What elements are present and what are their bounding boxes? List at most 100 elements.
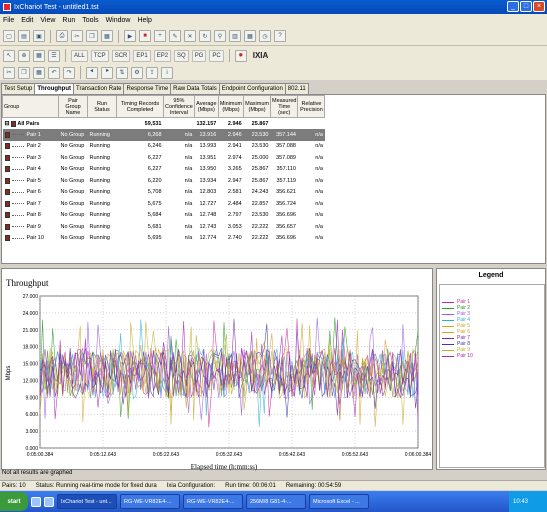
new-icon[interactable]: ▢ xyxy=(3,30,15,42)
table-row-all-pairs[interactable]: ⊟ All Pairs 59,531 132.157 2.946 25.867 xyxy=(3,118,325,130)
redo-icon[interactable]: ↷ xyxy=(63,66,75,79)
properties-icon[interactable]: ⚙ xyxy=(131,66,143,79)
taskbar-item-256m[interactable]: 256M/8 G81-4-... xyxy=(246,494,306,509)
column-header-minimum[interactable]: Minimum (Mbps) xyxy=(217,95,245,118)
table-cell: 6,268 xyxy=(116,129,164,141)
table-row[interactable]: Pair 6 No Group Running 5,708 n/a 12.803 2.581… xyxy=(3,187,325,199)
paste-icon[interactable]: ▦ xyxy=(101,30,113,42)
toolbar-divider xyxy=(118,29,119,43)
copy-icon[interactable]: ❐ xyxy=(18,66,30,79)
table-cell: 12.774 xyxy=(199,235,217,242)
all-pairs-minimum: 2.946 xyxy=(227,120,242,127)
cut-icon[interactable]: ✂ xyxy=(71,30,83,42)
zoom-icon[interactable]: ⊕ xyxy=(18,49,30,62)
info-icon[interactable]: i xyxy=(161,66,173,79)
menu-tools[interactable]: Tools xyxy=(82,17,98,24)
column-header-run-status[interactable]: Run Status xyxy=(87,95,117,118)
table-cell: No Group xyxy=(60,166,85,173)
menu-help[interactable]: Help xyxy=(137,17,151,24)
minimize-button[interactable]: _ xyxy=(507,1,519,12)
pair-name-cell: Pair 9 xyxy=(3,221,59,233)
taskbar-item-excel[interactable]: Microsoft Excel - ... xyxy=(309,494,369,509)
tab-throughput[interactable]: Throughput xyxy=(34,83,75,94)
tab-transaction-rate[interactable]: Transaction Rate xyxy=(73,83,125,94)
column-header-confidence-interval[interactable]: 95% Confidence Interval xyxy=(163,95,195,118)
table-row[interactable]: Pair 7 No Group Running 5,675 n/a 12.727 2.484… xyxy=(3,198,325,210)
tab-802-11[interactable]: 802.11 xyxy=(284,83,309,94)
filter-pg-button[interactable]: PG xyxy=(191,49,207,62)
export-icon[interactable]: ⇪ xyxy=(146,66,158,79)
filter-sq-button[interactable]: SQ xyxy=(174,49,189,62)
select-icon[interactable]: ↖ xyxy=(3,49,15,62)
cut-icon[interactable]: ✂ xyxy=(3,66,15,79)
tab-raw-data-totals[interactable]: Raw Data Totals xyxy=(170,83,220,94)
taskbar-item-rg-2[interactable]: RG-WE-VR82E4-... xyxy=(183,494,243,509)
menu-file[interactable]: File xyxy=(3,17,14,24)
filter-all-button[interactable]: ALL xyxy=(71,49,88,62)
print-icon[interactable]: ⎙ xyxy=(56,30,68,42)
open-icon[interactable]: ▤ xyxy=(18,30,30,42)
delete-icon[interactable]: ✕ xyxy=(184,30,196,42)
column-header-measured-time[interactable]: Measured Time (sec) xyxy=(269,95,299,118)
table-row[interactable]: Pair 3 No Group Running 6,227 n/a 13.951 2.974… xyxy=(3,152,325,164)
menu-edit[interactable]: Edit xyxy=(21,17,33,24)
table-cell: n/a xyxy=(315,143,323,150)
legend-item[interactable]: Pair 10 xyxy=(442,353,544,359)
clock-icon[interactable]: ◷ xyxy=(259,30,271,42)
taskbar-item-rg-1[interactable]: RG-WE-VR82E4-... xyxy=(120,494,180,509)
save-icon[interactable]: ▣ xyxy=(33,30,45,42)
close-button[interactable]: × xyxy=(533,1,545,12)
taskbar-item-ixchariot[interactable]: IxChariot Test - unt... xyxy=(57,494,117,509)
copy-icon[interactable]: ❐ xyxy=(86,30,98,42)
align-left-icon[interactable]: ⯇ xyxy=(86,66,98,79)
table-row[interactable]: Pair 2 No Group Running 6,246 n/a 13.993 2.941… xyxy=(3,141,325,153)
column-header-average[interactable]: Average (Mbps) xyxy=(193,95,219,118)
table-row[interactable]: Pair 8 No Group Running 5,684 n/a 12.748 2.797… xyxy=(3,210,325,222)
table-row[interactable]: Pair 10 No Group Running 5,695 n/a 12.774 2.74… xyxy=(3,233,325,245)
table-row[interactable]: Pair 9 No Group Running 5,681 n/a 12.743 3.053… xyxy=(3,221,325,233)
undo-icon[interactable]: ↶ xyxy=(48,66,60,79)
column-header-relative-precision[interactable]: Relative Precision xyxy=(297,95,326,118)
pair-icon xyxy=(4,177,10,184)
column-header-maximum[interactable]: Maximum (Mbps) xyxy=(243,95,271,118)
table-row[interactable]: Pair 1 No Group Running 6,268 n/a 13.916 2.946… xyxy=(2,129,325,141)
grid-icon[interactable]: ▦ xyxy=(33,49,45,62)
table-icon[interactable]: ▦ xyxy=(244,30,256,42)
paste-icon[interactable]: ▦ xyxy=(33,66,45,79)
filter-tcp-button[interactable]: TCP xyxy=(90,49,109,62)
quicklaunch-ie-icon[interactable] xyxy=(31,496,41,507)
tab-response-time[interactable]: Response Time xyxy=(123,83,172,94)
start-button[interactable]: start xyxy=(0,492,28,511)
column-header-group[interactable]: Group xyxy=(2,95,59,118)
x-tick-label: 0:06:00.384 xyxy=(405,452,432,458)
table-row[interactable]: Pair 5 No Group Running 6,220 n/a 13.934 2.947… xyxy=(3,175,325,187)
filter-icon[interactable]: ⚲ xyxy=(214,30,226,42)
filter-ep1-button[interactable]: EP1 xyxy=(133,49,151,62)
stop-icon[interactable]: ■ xyxy=(139,30,151,42)
menu-run[interactable]: Run xyxy=(62,17,75,24)
table-cell: 357.144 xyxy=(270,129,298,141)
filter-pc-button[interactable]: PC xyxy=(209,49,224,62)
filter-scr-button[interactable]: SCR xyxy=(111,49,131,62)
quicklaunch-desktop-icon[interactable] xyxy=(44,496,54,507)
help-icon[interactable]: ? xyxy=(274,30,286,42)
tab-endpoint-configuration[interactable]: Endpoint Configuration xyxy=(218,83,286,94)
list-icon[interactable]: ☰ xyxy=(48,49,60,62)
edit-pair-icon[interactable]: ✎ xyxy=(169,30,181,42)
filter-ep2-button[interactable]: EP2 xyxy=(153,49,172,62)
refresh-icon[interactable]: ↻ xyxy=(199,30,211,42)
table-row[interactable]: Pair 4 No Group Running 6,227 n/a 13.950 3.265… xyxy=(3,164,325,176)
menu-view[interactable]: View xyxy=(40,17,55,24)
column-header-pair-group-name[interactable]: Pair Group Name xyxy=(58,95,88,118)
menu-window[interactable]: Window xyxy=(106,17,131,24)
run-icon[interactable]: ▶ xyxy=(124,30,136,42)
maximize-button[interactable]: □ xyxy=(520,1,532,12)
table-cell: 356.696 xyxy=(276,212,296,219)
chart-icon[interactable]: ▥ xyxy=(229,30,241,42)
tab-test-setup[interactable]: Test Setup xyxy=(1,83,36,94)
add-pair-icon[interactable]: + xyxy=(154,30,166,42)
sort-icon[interactable]: ⇅ xyxy=(116,66,128,79)
align-right-icon[interactable]: ⯈ xyxy=(101,66,113,79)
throughput-chart[interactable]: 27.000 24.000 21.000 18.000 15.000 12.000 9.00… xyxy=(2,269,434,471)
column-header-timing-records[interactable]: Timing Records Completed xyxy=(116,95,164,118)
